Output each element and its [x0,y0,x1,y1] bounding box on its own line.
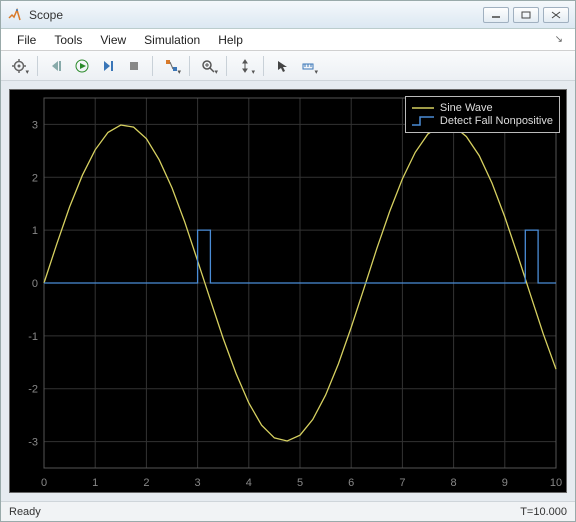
toolbar-separator [226,56,227,76]
svg-text:1: 1 [92,477,98,489]
status-text: Ready [9,506,41,518]
step-forward-icon [101,59,115,73]
svg-text:-3: -3 [28,437,38,449]
cursor-icon [275,59,289,73]
step-forward-button[interactable] [96,54,120,78]
svg-text:6: 6 [348,477,354,489]
svg-text:9: 9 [502,477,508,489]
svg-text:0: 0 [32,278,38,290]
play-icon [75,59,89,73]
signal-icon [164,58,179,73]
titlebar: Scope [1,1,575,29]
svg-text:7: 7 [399,477,405,489]
svg-text:0: 0 [41,477,47,489]
legend-label: Sine Wave [440,102,493,114]
zoom-button[interactable]: ▾ [196,54,220,78]
minimize-button[interactable] [483,7,509,23]
menu-view[interactable]: View [92,31,134,49]
arrows-icon [238,59,252,73]
config-button[interactable]: ▾ [7,54,31,78]
svg-text:4: 4 [246,477,252,489]
svg-text:-1: -1 [28,331,38,343]
toolbar-separator [189,56,190,76]
zoom-icon [201,59,215,73]
window-title: Scope [29,8,483,22]
highlight-button[interactable]: ▾ [159,54,183,78]
matlab-icon [7,7,23,23]
legend-swatch-icon [412,103,434,113]
measurements-button[interactable]: ▾ [296,54,320,78]
autoscale-button[interactable]: ▾ [233,54,257,78]
stop-icon [127,59,141,73]
step-back-icon [49,59,63,73]
svg-text:3: 3 [195,477,201,489]
run-button[interactable] [70,54,94,78]
svg-text:-2: -2 [28,384,38,396]
svg-text:3: 3 [32,119,38,131]
menu-simulation[interactable]: Simulation [136,31,208,49]
svg-text:2: 2 [32,172,38,184]
legend[interactable]: Sine Wave Detect Fall Nonpositive [405,96,560,133]
menu-file[interactable]: File [9,31,44,49]
plot-area: 0 1 2 3 4 5 6 7 8 9 10 -3 -2 -1 0 1 2 3 Sine Wave Detect … [1,81,575,501]
plot-canvas: 0 1 2 3 4 5 6 7 8 9 10 -3 -2 -1 0 1 2 3 [10,90,566,492]
legend-swatch-icon [412,116,434,126]
menu-overflow-icon[interactable]: ↘ [551,34,567,45]
toolbar-separator [152,56,153,76]
svg-text:5: 5 [297,477,303,489]
legend-label: Detect Fall Nonpositive [440,115,553,127]
menu-tools[interactable]: Tools [46,31,90,49]
window-buttons [483,7,569,23]
maximize-button[interactable] [513,7,539,23]
svg-text:10: 10 [550,477,562,489]
ruler-icon [301,59,315,73]
scope-window: Scope File Tools View Simulation Help ↘ … [0,0,576,522]
close-button[interactable] [543,7,569,23]
step-back-button[interactable] [44,54,68,78]
menubar: File Tools View Simulation Help ↘ [1,29,575,51]
scale-axes-button[interactable] [270,54,294,78]
toolbar: ▾ ▾ ▾ ▾ [1,51,575,81]
plot-frame[interactable]: 0 1 2 3 4 5 6 7 8 9 10 -3 -2 -1 0 1 2 3 Sine Wave Detect … [9,89,567,493]
statusbar: Ready T=10.000 [1,501,575,521]
legend-item-detect: Detect Fall Nonpositive [412,115,553,127]
stop-button[interactable] [122,54,146,78]
svg-text:2: 2 [143,477,149,489]
menu-help[interactable]: Help [210,31,251,49]
svg-text:8: 8 [451,477,457,489]
toolbar-separator [37,56,38,76]
legend-item-sine: Sine Wave [412,102,553,114]
toolbar-separator [263,56,264,76]
status-time: T=10.000 [520,506,567,518]
svg-text:1: 1 [32,225,38,237]
